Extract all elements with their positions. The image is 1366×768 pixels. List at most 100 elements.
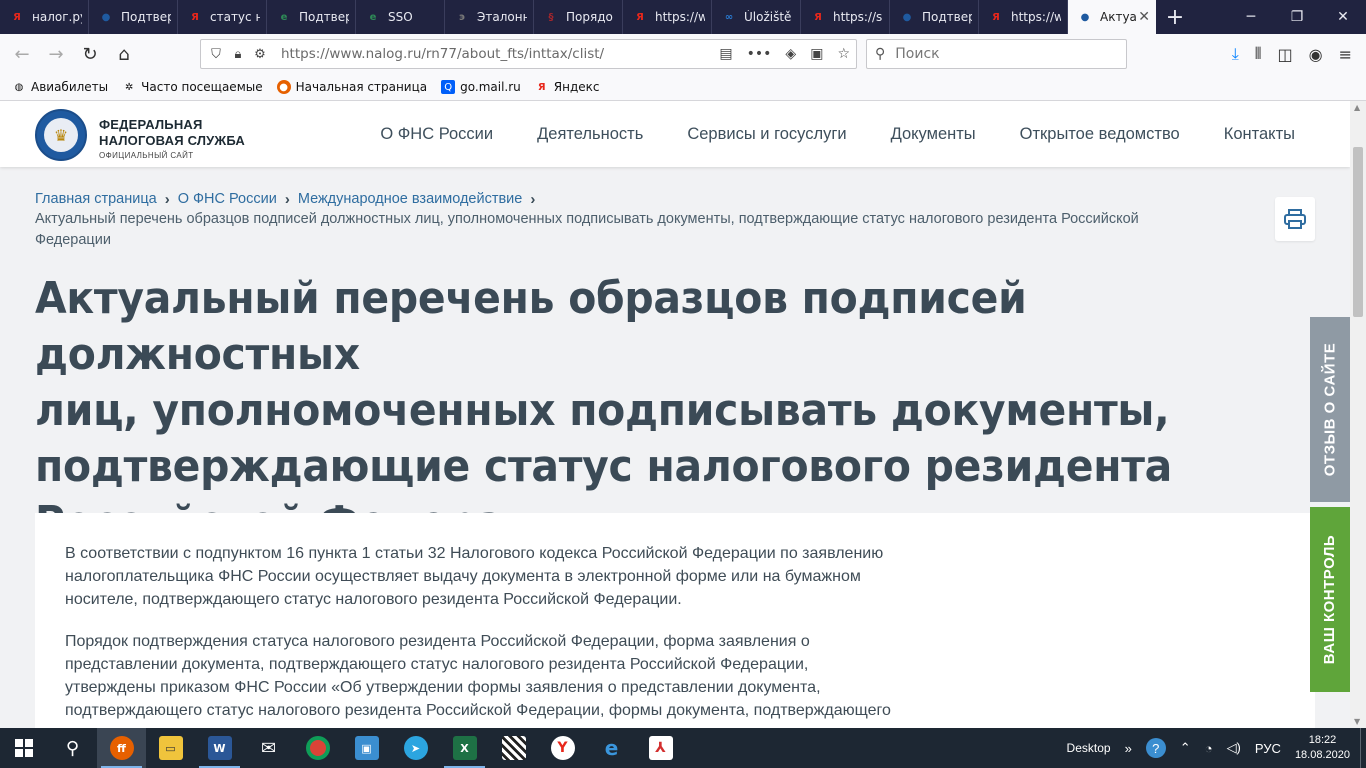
browser-tab[interactable]: ● Подтвер <box>89 0 178 34</box>
nav-open-agency[interactable]: Открытое ведомство <box>1020 125 1180 144</box>
taskbar-remote-desktop[interactable]: ▣ <box>342 728 391 768</box>
network-icon[interactable]: ◔ <box>1205 741 1213 756</box>
browser-tab[interactable]: Ястатус н <box>178 0 267 34</box>
breadcrumb-about[interactable]: О ФНС России <box>178 191 277 207</box>
app-icon <box>501 736 526 760</box>
site-logo-text[interactable]: ФЕДЕРАЛЬНАЯ НАЛОГОВАЯ СЛУЖБА ОФИЦИАЛЬНЫЙ… <box>99 117 245 160</box>
home-button[interactable]: ⌂ <box>108 38 140 70</box>
fns-emblem-icon[interactable]: ♛ <box>35 109 87 161</box>
egov-icon: e <box>280 11 288 23</box>
intro-paragraph: В соответствии с подпунктом 16 пункта 1 … <box>65 542 945 611</box>
content-card: В соответствии с подпунктом 16 пункта 1 … <box>35 513 1315 728</box>
logo-line-3: ОФИЦИАЛЬНЫЙ САЙТ <box>99 151 194 160</box>
your-control-label: ВАШ КОНТРОЛЬ <box>1321 534 1339 665</box>
breadcrumb-international[interactable]: Международное взаимодействие <box>298 191 523 207</box>
scrollbar-thumb[interactable] <box>1353 147 1363 317</box>
egov-icon: e <box>369 11 377 23</box>
help-icon[interactable]: ? <box>1145 738 1166 758</box>
show-desktop-button[interactable] <box>1360 728 1366 768</box>
taskbar-pdf[interactable]: ⅄ <box>636 728 685 768</box>
browser-tab[interactable]: Яhttps://w <box>979 0 1068 34</box>
back-button[interactable]: ← <box>6 38 38 70</box>
lock-icon[interactable]: 🔒︎ <box>227 47 249 62</box>
browser-tab[interactable]: ● Актуа ✕ <box>1068 0 1156 34</box>
nav-about[interactable]: О ФНС России <box>380 125 493 144</box>
taskbar-app[interactable] <box>489 728 538 768</box>
search-input[interactable]: ⚲ Поиск <box>866 39 1127 69</box>
browser-tab[interactable]: э Эталонн <box>445 0 534 34</box>
menu-icon[interactable]: ≡ <box>1339 45 1352 64</box>
desktop-toolbar[interactable]: Desktop <box>1067 741 1111 755</box>
taskbar-edge[interactable]: e <box>587 728 636 768</box>
page-actions-icon[interactable]: ••• <box>747 46 772 62</box>
scroll-down-icon[interactable]: ▼ <box>1354 717 1360 726</box>
library-icon[interactable]: ⫴ <box>1255 44 1262 64</box>
search-placeholder: Поиск <box>895 46 940 62</box>
close-tab-icon[interactable]: ✕ <box>1138 9 1150 25</box>
browser-tab[interactable]: e Подтвер <box>267 0 356 34</box>
your-control-tab[interactable]: ВАШ КОНТРОЛЬ <box>1310 507 1350 692</box>
sidebar-icon[interactable]: ◫ <box>1278 45 1293 64</box>
nav-activity[interactable]: Деятельность <box>537 125 643 144</box>
language-indicator[interactable]: РУС <box>1255 741 1281 756</box>
bookmark-most-visited[interactable]: ✲ Часто посещаемые <box>122 80 263 94</box>
scroll-up-icon[interactable]: ▲ <box>1354 103 1360 112</box>
page-scrollbar[interactable]: ▲ ▼ <box>1350 101 1366 728</box>
pdf-icon: ⅄ <box>648 736 673 760</box>
nav-documents[interactable]: Документы <box>891 125 976 144</box>
tab-title: налог.ру <box>32 10 82 24</box>
taskbar-firefox[interactable]: ff <box>97 728 146 768</box>
start-button[interactable] <box>0 728 48 768</box>
system-tray: Desktop » ? ⌃ ◔ ◁) РУС 18:22 18.08.2020 <box>1067 728 1366 768</box>
chevron-up-icon[interactable]: ⌃ <box>1180 740 1191 756</box>
tab-title: SSO <box>388 10 413 24</box>
browser-tab[interactable]: Яhttps://s <box>801 0 890 34</box>
new-tab-button[interactable]: + <box>1156 0 1194 34</box>
bookmark-aviabilety[interactable]: ◍ Авиабилеты <box>12 80 109 94</box>
breadcrumb-home[interactable]: Главная страница <box>35 191 157 207</box>
taskbar-word[interactable]: W <box>195 728 244 768</box>
chevron-double-icon[interactable]: » <box>1125 741 1132 756</box>
gear-icon: ✲ <box>124 81 134 93</box>
volume-icon[interactable]: ◁) <box>1227 740 1241 756</box>
clock[interactable]: 18:22 18.08.2020 <box>1295 733 1350 763</box>
browser-tab[interactable]: Яналог.ру <box>0 0 89 34</box>
shield-icon[interactable]: ⛉ <box>205 47 227 62</box>
main-navigation: О ФНС России Деятельность Сервисы и госу… <box>380 101 1295 167</box>
taskbar-excel[interactable]: X <box>440 728 489 768</box>
address-bar[interactable]: ⛉ 🔒︎ ⚙ https://www.nalog.ru/rn77/about_f… <box>200 39 857 69</box>
screenshot-icon[interactable]: ▣ <box>810 46 823 62</box>
taskbar-telegram[interactable]: ➤ <box>391 728 440 768</box>
minimize-icon[interactable]: ─ <box>1228 0 1274 34</box>
forward-button[interactable]: → <box>40 38 72 70</box>
taskbar-search-button[interactable]: ⚲ <box>48 728 97 768</box>
taskbar-yandex-browser[interactable]: Y <box>538 728 587 768</box>
bookmark-star-icon[interactable]: ☆ <box>837 46 850 62</box>
nav-services[interactable]: Сервисы и госуслуги <box>687 125 846 144</box>
browser-tab[interactable]: Яhttps://w <box>623 0 712 34</box>
permissions-icon[interactable]: ⚙ <box>249 47 271 62</box>
browser-tab[interactable]: ∞ Úložiště <box>712 0 801 34</box>
text-line: Порядок подтверждения статуса налогового… <box>65 633 810 650</box>
close-window-icon[interactable]: ✕ <box>1320 0 1366 34</box>
taskbar-chrome[interactable] <box>293 728 342 768</box>
bookmark-start-page[interactable]: ● Начальная страница <box>276 80 427 94</box>
nav-contacts[interactable]: Контакты <box>1224 125 1295 144</box>
pocket-icon[interactable]: ◈ <box>785 46 796 62</box>
reload-button[interactable]: ↻ <box>74 38 106 70</box>
bookmark-go-mail[interactable]: Qgo.mail.ru <box>441 80 521 94</box>
taskbar-explorer[interactable]: ▭ <box>146 728 195 768</box>
browser-tab[interactable]: e SSO <box>356 0 445 34</box>
url-text[interactable]: https://www.nalog.ru/rn77/about_fts/intt… <box>281 46 604 62</box>
account-icon[interactable]: ◉ <box>1309 45 1323 64</box>
reader-view-icon[interactable]: ▤ <box>719 46 732 62</box>
site-feedback-tab[interactable]: ОТЗЫВ О САЙТЕ <box>1310 317 1350 502</box>
fns-emblem-icon: ● <box>1080 11 1090 23</box>
taskbar-mail[interactable]: ✉ <box>244 728 293 768</box>
browser-tab[interactable]: § Порядо <box>534 0 623 34</box>
bookmark-yandex[interactable]: Я Яндекс <box>535 80 600 94</box>
browser-tab[interactable]: ● Подтвер <box>890 0 979 34</box>
print-button[interactable] <box>1275 197 1315 241</box>
restore-icon[interactable]: ❐ <box>1274 0 1320 34</box>
download-icon[interactable]: ⤓ <box>1232 44 1239 64</box>
